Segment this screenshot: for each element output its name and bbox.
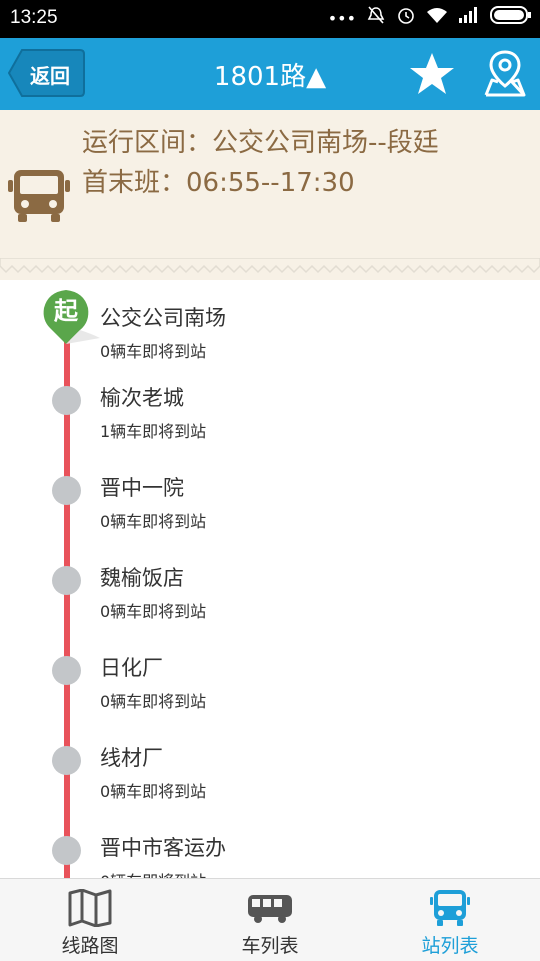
tab-route-map[interactable]: 线路图: [0, 879, 180, 961]
station-name: 线材厂: [100, 746, 163, 770]
map-pin-icon[interactable]: [482, 48, 528, 100]
route-title[interactable]: 1801路▲: [0, 56, 540, 93]
schedule-text: 首末班：06:55--17:30: [82, 168, 355, 198]
tab-label: 站列表: [421, 935, 479, 957]
start-badge: 起: [40, 286, 100, 346]
arrival-status: 0辆车即将到站: [100, 342, 207, 361]
station-name: 晋中一院: [100, 476, 184, 500]
station-item[interactable]: 日化厂 0辆车即将到站: [0, 642, 540, 732]
more-icon: •••: [327, 9, 356, 28]
battery-icon: [490, 5, 532, 33]
station-name: 榆次老城: [100, 386, 184, 410]
station-dot: [52, 386, 81, 415]
station-dot: [52, 566, 81, 595]
station-item[interactable]: 榆次老城 1辆车即将到站: [0, 372, 540, 462]
map-icon: [65, 888, 115, 928]
station-item[interactable]: 晋中一院 0辆车即将到站: [0, 462, 540, 552]
favorite-star-icon[interactable]: [408, 50, 456, 98]
arrival-status: 1辆车即将到站: [100, 422, 207, 441]
start-badge-label: 起: [53, 297, 79, 325]
station-dot: [52, 836, 81, 865]
arrival-status: 0辆车即将到站: [100, 868, 206, 878]
route-info-panel: 运行区间：公交公司南场--段廷 首末班：06:55--17:30: [0, 110, 540, 280]
arrival-status: 0辆车即将到站: [100, 512, 207, 531]
status-bar: 13:25 •••: [0, 0, 540, 38]
tab-bus-list[interactable]: 车列表: [180, 879, 360, 961]
tab-label: 线路图: [61, 935, 119, 957]
route-range-text: 运行区间：公交公司南场--段廷: [82, 128, 439, 158]
station-item[interactable]: 晋中市客运办 0辆车即将到站: [0, 822, 540, 878]
tab-station-list[interactable]: 站列表: [360, 879, 540, 961]
station-dot: [52, 746, 81, 775]
status-time: 13:25: [10, 7, 58, 28]
station-name: 魏榆饭店: [100, 566, 184, 590]
mute-icon: [366, 5, 386, 33]
wifi-icon: [426, 6, 448, 32]
arrival-status: 0辆车即将到站: [100, 782, 207, 801]
station-bus-icon: [425, 889, 475, 927]
bus-icon: [245, 889, 295, 927]
station-dot: [52, 656, 81, 685]
bottom-nav: 线路图 车列表 站列表: [0, 878, 540, 961]
tab-label: 车列表: [241, 935, 299, 957]
station-name: 公交公司南场: [100, 306, 226, 330]
station-item[interactable]: 线材厂 0辆车即将到站: [0, 732, 540, 822]
station-name: 日化厂: [100, 656, 163, 680]
bus-icon: [6, 168, 72, 228]
station-name: 晋中市客运办: [100, 836, 226, 860]
station-list[interactable]: 公交公司南场 0辆车即将到站 起 榆次老城 1辆车即将到站 晋中一院 0辆车即将…: [0, 280, 540, 878]
station-item[interactable]: 魏榆饭店 0辆车即将到站: [0, 552, 540, 642]
arrival-status: 0辆车即将到站: [100, 602, 207, 621]
zigzag-divider: [0, 258, 540, 274]
status-icons: •••: [328, 6, 532, 32]
signal-icon: [458, 6, 480, 32]
arrival-status: 0辆车即将到站: [100, 692, 207, 711]
app-header: 返回 1801路▲: [0, 38, 540, 110]
station-dot: [52, 476, 81, 505]
alarm-icon: [396, 5, 416, 33]
